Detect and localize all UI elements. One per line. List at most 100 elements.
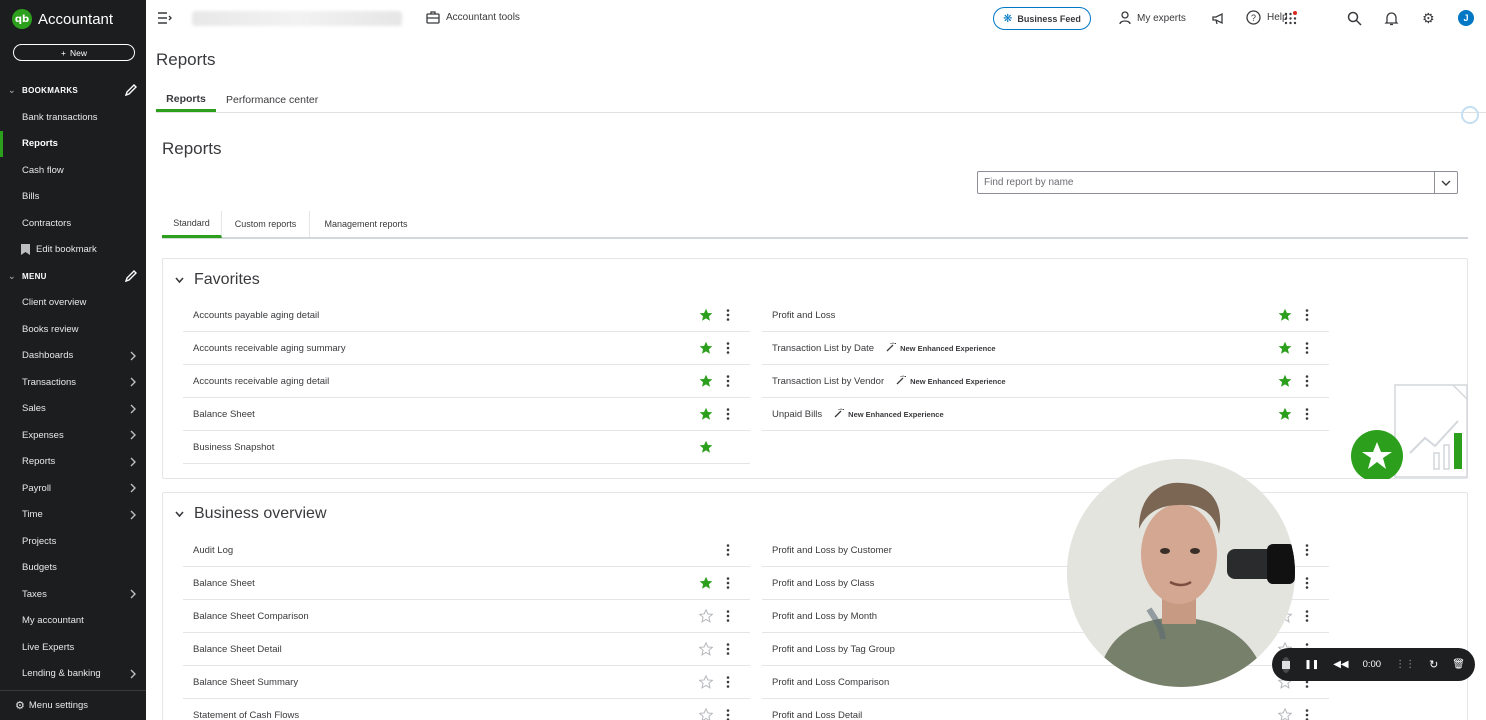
settings-gear-icon[interactable]: ⚙	[1422, 11, 1437, 26]
report-row-balance-sheet-detail[interactable]: Balance Sheet Detail	[183, 633, 750, 666]
report-name-link[interactable]: Accounts payable aging detail	[193, 310, 319, 321]
sidebar-item-contractors[interactable]: Contractors	[0, 210, 146, 237]
favorite-star-filled-icon[interactable]	[699, 407, 713, 421]
more-options-icon[interactable]	[726, 342, 730, 354]
sidebar-item-expenses[interactable]: Expenses	[0, 422, 146, 449]
sidebar-item-edit-bookmark[interactable]: Edit bookmark	[0, 237, 146, 264]
sidebar-item-bank-transactions[interactable]: Bank transactions	[0, 104, 146, 131]
report-name-link[interactable]: Transaction List by Vendor	[772, 376, 884, 387]
report-row-transaction-list-by-vendor[interactable]: Transaction List by Vendor New Enhanced E…	[762, 365, 1329, 398]
sidebar-item-projects[interactable]: Projects	[0, 528, 146, 555]
favorites-header[interactable]: Favorites	[175, 271, 260, 289]
sidebar-item-lending-and-banking[interactable]: Lending & banking	[0, 661, 146, 688]
report-name-link[interactable]: Accounts receivable aging detail	[193, 376, 329, 387]
report-name-link[interactable]: Balance Sheet	[193, 409, 255, 420]
more-options-icon[interactable]	[726, 676, 730, 688]
sidebar-item-reports[interactable]: Reports	[0, 449, 146, 476]
report-row-profit-and-loss-detail[interactable]: Profit and Loss Detail	[762, 699, 1329, 720]
help-button[interactable]: ? Help	[1246, 10, 1288, 25]
report-name-link[interactable]: Transaction List by Date	[772, 343, 874, 354]
favorite-star-filled-icon[interactable]	[699, 576, 713, 590]
report-row-balance-sheet-summary[interactable]: Balance Sheet Summary	[183, 666, 750, 699]
search-icon[interactable]	[1347, 11, 1362, 26]
report-name-link[interactable]: Accounts receivable aging summary	[193, 343, 346, 354]
sidebar-item-sales[interactable]: Sales	[0, 396, 146, 423]
tab-custom-reports[interactable]: Custom reports	[222, 211, 310, 237]
report-row-accounts-payable-aging-detail[interactable]: Accounts payable aging detail	[183, 299, 750, 332]
report-name-link[interactable]: Balance Sheet	[193, 578, 255, 589]
drag-handle-icon[interactable]: ⋮⋮	[1395, 659, 1415, 670]
more-options-icon[interactable]	[726, 544, 730, 556]
delete-trash-icon[interactable]: 🗑	[1452, 659, 1465, 670]
report-name-link[interactable]: Profit and Loss Detail	[772, 710, 862, 720]
favorite-star-filled-icon[interactable]	[1278, 407, 1292, 421]
favorite-star-outline-icon[interactable]	[1277, 707, 1293, 720]
sidebar-item-my-accountant[interactable]: My accountant	[0, 608, 146, 635]
more-options-icon[interactable]	[1305, 610, 1309, 622]
report-row-business-snapshot[interactable]: Business Snapshot	[183, 431, 750, 464]
report-name-link[interactable]: Business Snapshot	[193, 442, 274, 453]
sidebar-item-dashboards[interactable]: Dashboards	[0, 343, 146, 370]
report-name-link[interactable]: Profit and Loss by Customer	[772, 545, 892, 556]
user-avatar[interactable]: J	[1458, 10, 1474, 26]
favorite-star-outline-icon[interactable]	[698, 674, 714, 689]
report-name-link[interactable]: Profit and Loss by Month	[772, 611, 877, 622]
tab-reports[interactable]: Reports	[156, 88, 216, 112]
report-row-profit-and-loss[interactable]: Profit and Loss	[762, 299, 1329, 332]
new-button[interactable]: + New	[13, 44, 135, 61]
sidebar-item-reports-bookmark[interactable]: Reports	[0, 130, 146, 157]
report-row-audit-log[interactable]: Audit Log	[183, 534, 750, 567]
report-row-balance-sheet[interactable]: Balance Sheet	[183, 567, 750, 600]
app-logo[interactable]: qb Accountant	[12, 9, 113, 29]
favorite-star-outline-icon[interactable]	[698, 641, 714, 656]
webcam-overlay[interactable]	[1067, 459, 1295, 687]
business-overview-header[interactable]: Business overview	[175, 505, 327, 523]
more-options-icon[interactable]	[1305, 709, 1309, 720]
more-options-icon[interactable]	[1305, 408, 1309, 420]
my-experts-button[interactable]: My experts	[1119, 11, 1186, 25]
report-name-link[interactable]: Statement of Cash Flows	[193, 710, 299, 720]
more-options-icon[interactable]	[1305, 309, 1309, 321]
bookmarks-header[interactable]: ⌄ BOOKMARKS	[0, 77, 146, 103]
search-dropdown-button[interactable]	[1434, 172, 1457, 193]
tab-performance-center[interactable]: Performance center	[226, 88, 318, 112]
more-options-icon[interactable]	[1305, 544, 1309, 556]
report-search-input[interactable]	[978, 172, 1434, 193]
megaphone-icon[interactable]	[1211, 11, 1226, 26]
report-row-accounts-receivable-aging-summary[interactable]: Accounts receivable aging summary	[183, 332, 750, 365]
report-name-link[interactable]: Balance Sheet Summary	[193, 677, 298, 688]
edit-menu-pencil-icon[interactable]	[124, 269, 138, 283]
sidebar-item-live-experts[interactable]: Live Experts	[0, 634, 146, 661]
tab-management-reports[interactable]: Management reports	[310, 211, 422, 237]
sidebar-item-transactions[interactable]: Transactions	[0, 369, 146, 396]
edit-bookmarks-pencil-icon[interactable]	[124, 83, 138, 97]
restart-icon[interactable]: ↻	[1429, 658, 1438, 671]
menu-settings-button[interactable]: ⚙ Menu settings	[0, 690, 146, 720]
report-name-link[interactable]: Balance Sheet Comparison	[193, 611, 309, 622]
report-name-link[interactable]: Unpaid Bills	[772, 409, 822, 420]
more-options-icon[interactable]	[1305, 375, 1309, 387]
menu-header[interactable]: ⌄ MENU	[0, 263, 146, 289]
more-options-icon[interactable]	[726, 309, 730, 321]
sidebar-item-client-overview[interactable]: Client overview	[0, 290, 146, 317]
report-row-transaction-list-by-date[interactable]: Transaction List by Date New Enhanced Exp…	[762, 332, 1329, 365]
report-name-link[interactable]: Profit and Loss	[772, 310, 835, 321]
sidebar-item-time[interactable]: Time	[0, 502, 146, 529]
more-options-icon[interactable]	[726, 577, 730, 589]
report-row-balance-sheet[interactable]: Balance Sheet	[183, 398, 750, 431]
more-options-icon[interactable]	[726, 375, 730, 387]
sidebar-item-budgets[interactable]: Budgets	[0, 555, 146, 582]
favorite-star-filled-icon[interactable]	[699, 341, 713, 355]
favorite-star-filled-icon[interactable]	[1278, 341, 1292, 355]
sidebar-item-taxes[interactable]: Taxes	[0, 581, 146, 608]
favorite-star-filled-icon[interactable]	[699, 440, 713, 454]
accountant-tools-button[interactable]: Accountant tools	[426, 11, 520, 24]
favorite-star-outline-icon[interactable]	[698, 707, 714, 720]
report-row-balance-sheet-comparison[interactable]: Balance Sheet Comparison	[183, 600, 750, 633]
report-name-link[interactable]: Audit Log	[193, 545, 233, 556]
sidebar-item-books-review[interactable]: Books review	[0, 316, 146, 343]
favorite-star-filled-icon[interactable]	[1278, 374, 1292, 388]
report-name-link[interactable]: Balance Sheet Detail	[193, 644, 282, 655]
pause-icon[interactable]: ❚❚	[1304, 659, 1319, 670]
more-options-icon[interactable]	[726, 408, 730, 420]
